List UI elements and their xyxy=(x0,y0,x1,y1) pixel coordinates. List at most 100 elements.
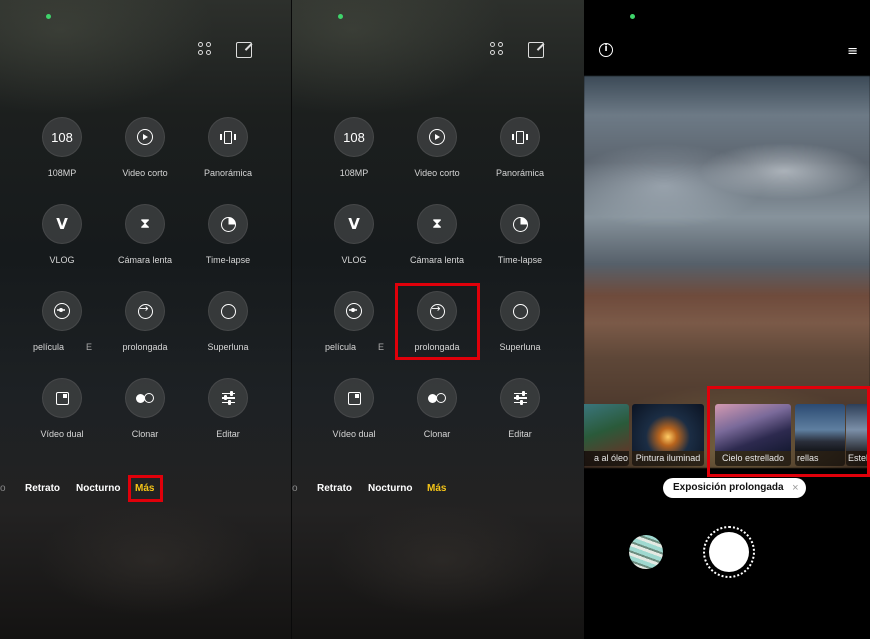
filter-thumbnail[interactable]: Pintura iluminad xyxy=(632,404,704,466)
edit-sliders-icon xyxy=(513,391,527,405)
shutter-inner xyxy=(709,532,749,572)
mode-label: Clonar xyxy=(131,429,159,439)
top-toolbar xyxy=(490,42,544,58)
mode-label: 108MP xyxy=(47,168,77,178)
camera-indicator-dot xyxy=(630,14,635,19)
108mp-icon: 108 xyxy=(334,117,374,157)
mode-vlog[interactable]: V VLOG xyxy=(17,204,107,265)
mode-label: Vídeo dual xyxy=(40,429,84,439)
mode-label: VLOG xyxy=(341,255,367,265)
mode-vlog[interactable]: V VLOG xyxy=(309,204,399,265)
mode-camara-lenta[interactable]: ⧗ Cámara lenta xyxy=(392,204,482,265)
long-exposure-icon xyxy=(137,302,153,319)
mode-mas[interactable]: Más xyxy=(427,483,446,494)
info-icon[interactable]: i xyxy=(599,43,613,57)
shutter-button[interactable] xyxy=(703,526,755,578)
moon-icon xyxy=(220,303,236,319)
mode-label: Clonar xyxy=(423,429,451,439)
mode-superluna[interactable]: Superluna xyxy=(183,291,273,352)
mode-chip-label: Exposición prolongada xyxy=(673,482,784,493)
mode-video-corto[interactable]: Video corto xyxy=(100,117,190,178)
mode-time-lapse[interactable]: Time-lapse xyxy=(475,204,565,265)
vlog-icon: V xyxy=(348,215,360,233)
mode-nocturno[interactable]: Nocturno xyxy=(368,483,412,494)
mode-label: Panorámica xyxy=(203,168,253,178)
mode-video-corto[interactable]: Video corto xyxy=(392,117,482,178)
mode-label: Editar xyxy=(508,429,532,439)
mode-label: película E xyxy=(33,342,93,352)
panorama-icon xyxy=(220,130,236,144)
camera-indicator-dot xyxy=(338,14,343,19)
timer-icon xyxy=(220,216,236,232)
filter-preview xyxy=(584,404,629,451)
mode-clonar[interactable]: Clonar xyxy=(392,378,482,439)
mode-108mp[interactable]: 108 108MP xyxy=(17,117,107,178)
gallery-thumbnail[interactable] xyxy=(629,535,663,569)
mode-label: Cámara lenta xyxy=(409,255,465,265)
108mp-icon: 108 xyxy=(42,117,82,157)
grid-icon[interactable] xyxy=(198,42,214,58)
filter-label: a al óleo xyxy=(584,451,629,466)
mode-panoramica[interactable]: Panorámica xyxy=(183,117,273,178)
dual-video-icon xyxy=(55,391,69,405)
edit-modes-icon[interactable] xyxy=(528,42,544,58)
mode-108mp[interactable]: 108 108MP xyxy=(309,117,399,178)
mode-label: Cámara lenta xyxy=(117,255,173,265)
hourglass-icon: ⧗ xyxy=(140,216,150,232)
top-toolbar xyxy=(198,42,252,58)
clone-icon xyxy=(428,393,446,403)
mode-retrato[interactable]: Retrato xyxy=(25,483,60,494)
filter-thumbnail[interactable]: a al óleo xyxy=(584,404,629,466)
camera-indicator-dot xyxy=(46,14,51,19)
mode-label: Editar xyxy=(216,429,240,439)
mode-pelicula[interactable]: película E xyxy=(5,291,95,352)
timer-icon xyxy=(512,216,528,232)
mode-camara-lenta[interactable]: ⧗ Cámara lenta xyxy=(100,204,190,265)
play-icon xyxy=(429,129,445,145)
mode-time-lapse[interactable]: Time-lapse xyxy=(183,204,273,265)
camera-modes-panel-middle: 108 108MP Video corto Panorámica V VLOG … xyxy=(292,0,584,639)
highlight-box xyxy=(395,283,480,360)
mode-label: VLOG xyxy=(49,255,75,265)
mode-superluna[interactable]: Superluna xyxy=(475,291,565,352)
mode-clonar[interactable]: Clonar xyxy=(100,378,190,439)
mode-nocturno[interactable]: Nocturno xyxy=(76,483,120,494)
mode-panoramica[interactable]: Panorámica xyxy=(475,117,565,178)
film-icon xyxy=(54,303,70,319)
panorama-icon xyxy=(512,130,528,144)
filter-preview xyxy=(632,404,704,451)
camera-modes-panel-left: 108 108MP Video corto Panorámica V VLOG … xyxy=(0,0,291,639)
menu-icon[interactable]: ≡ xyxy=(847,44,858,59)
mode-partial[interactable]: o xyxy=(292,483,298,494)
mode-exposicion-prolongada[interactable]: prolongada xyxy=(100,291,190,352)
highlight-box xyxy=(128,475,163,502)
mode-label: Video corto xyxy=(414,168,460,178)
dual-video-icon xyxy=(347,391,361,405)
clone-icon xyxy=(136,393,154,403)
mode-label: 108MP xyxy=(339,168,369,178)
film-icon xyxy=(346,303,362,319)
mode-pelicula[interactable]: película E xyxy=(297,291,387,352)
mode-video-dual[interactable]: Vídeo dual xyxy=(17,378,107,439)
mode-video-dual[interactable]: Vídeo dual xyxy=(309,378,399,439)
camera-top-bar: i ≡ xyxy=(584,0,870,76)
mode-label: Superluna xyxy=(499,342,541,352)
mode-label: Superluna xyxy=(207,342,249,352)
grid-icon[interactable] xyxy=(490,42,506,58)
mode-editar[interactable]: Editar xyxy=(475,378,565,439)
mode-chip[interactable]: Exposición prolongada × xyxy=(663,478,806,498)
mode-editar[interactable]: Editar xyxy=(183,378,273,439)
mode-label: Panorámica xyxy=(495,168,545,178)
filter-label: Pintura iluminad xyxy=(632,451,704,466)
moon-icon xyxy=(512,303,528,319)
mode-label: Video corto xyxy=(122,168,168,178)
edit-modes-icon[interactable] xyxy=(236,42,252,58)
mode-retrato[interactable]: Retrato xyxy=(317,483,352,494)
mode-label: prolongada xyxy=(122,342,168,352)
mode-label: Time-lapse xyxy=(497,255,543,265)
mode-label: Vídeo dual xyxy=(332,429,376,439)
mode-partial[interactable]: o xyxy=(0,483,6,494)
close-icon[interactable]: × xyxy=(792,478,798,498)
highlight-box xyxy=(707,386,870,477)
long-exposure-camera-panel: i ≡ a al óleo Pintura iluminad Cielo est… xyxy=(584,0,870,639)
